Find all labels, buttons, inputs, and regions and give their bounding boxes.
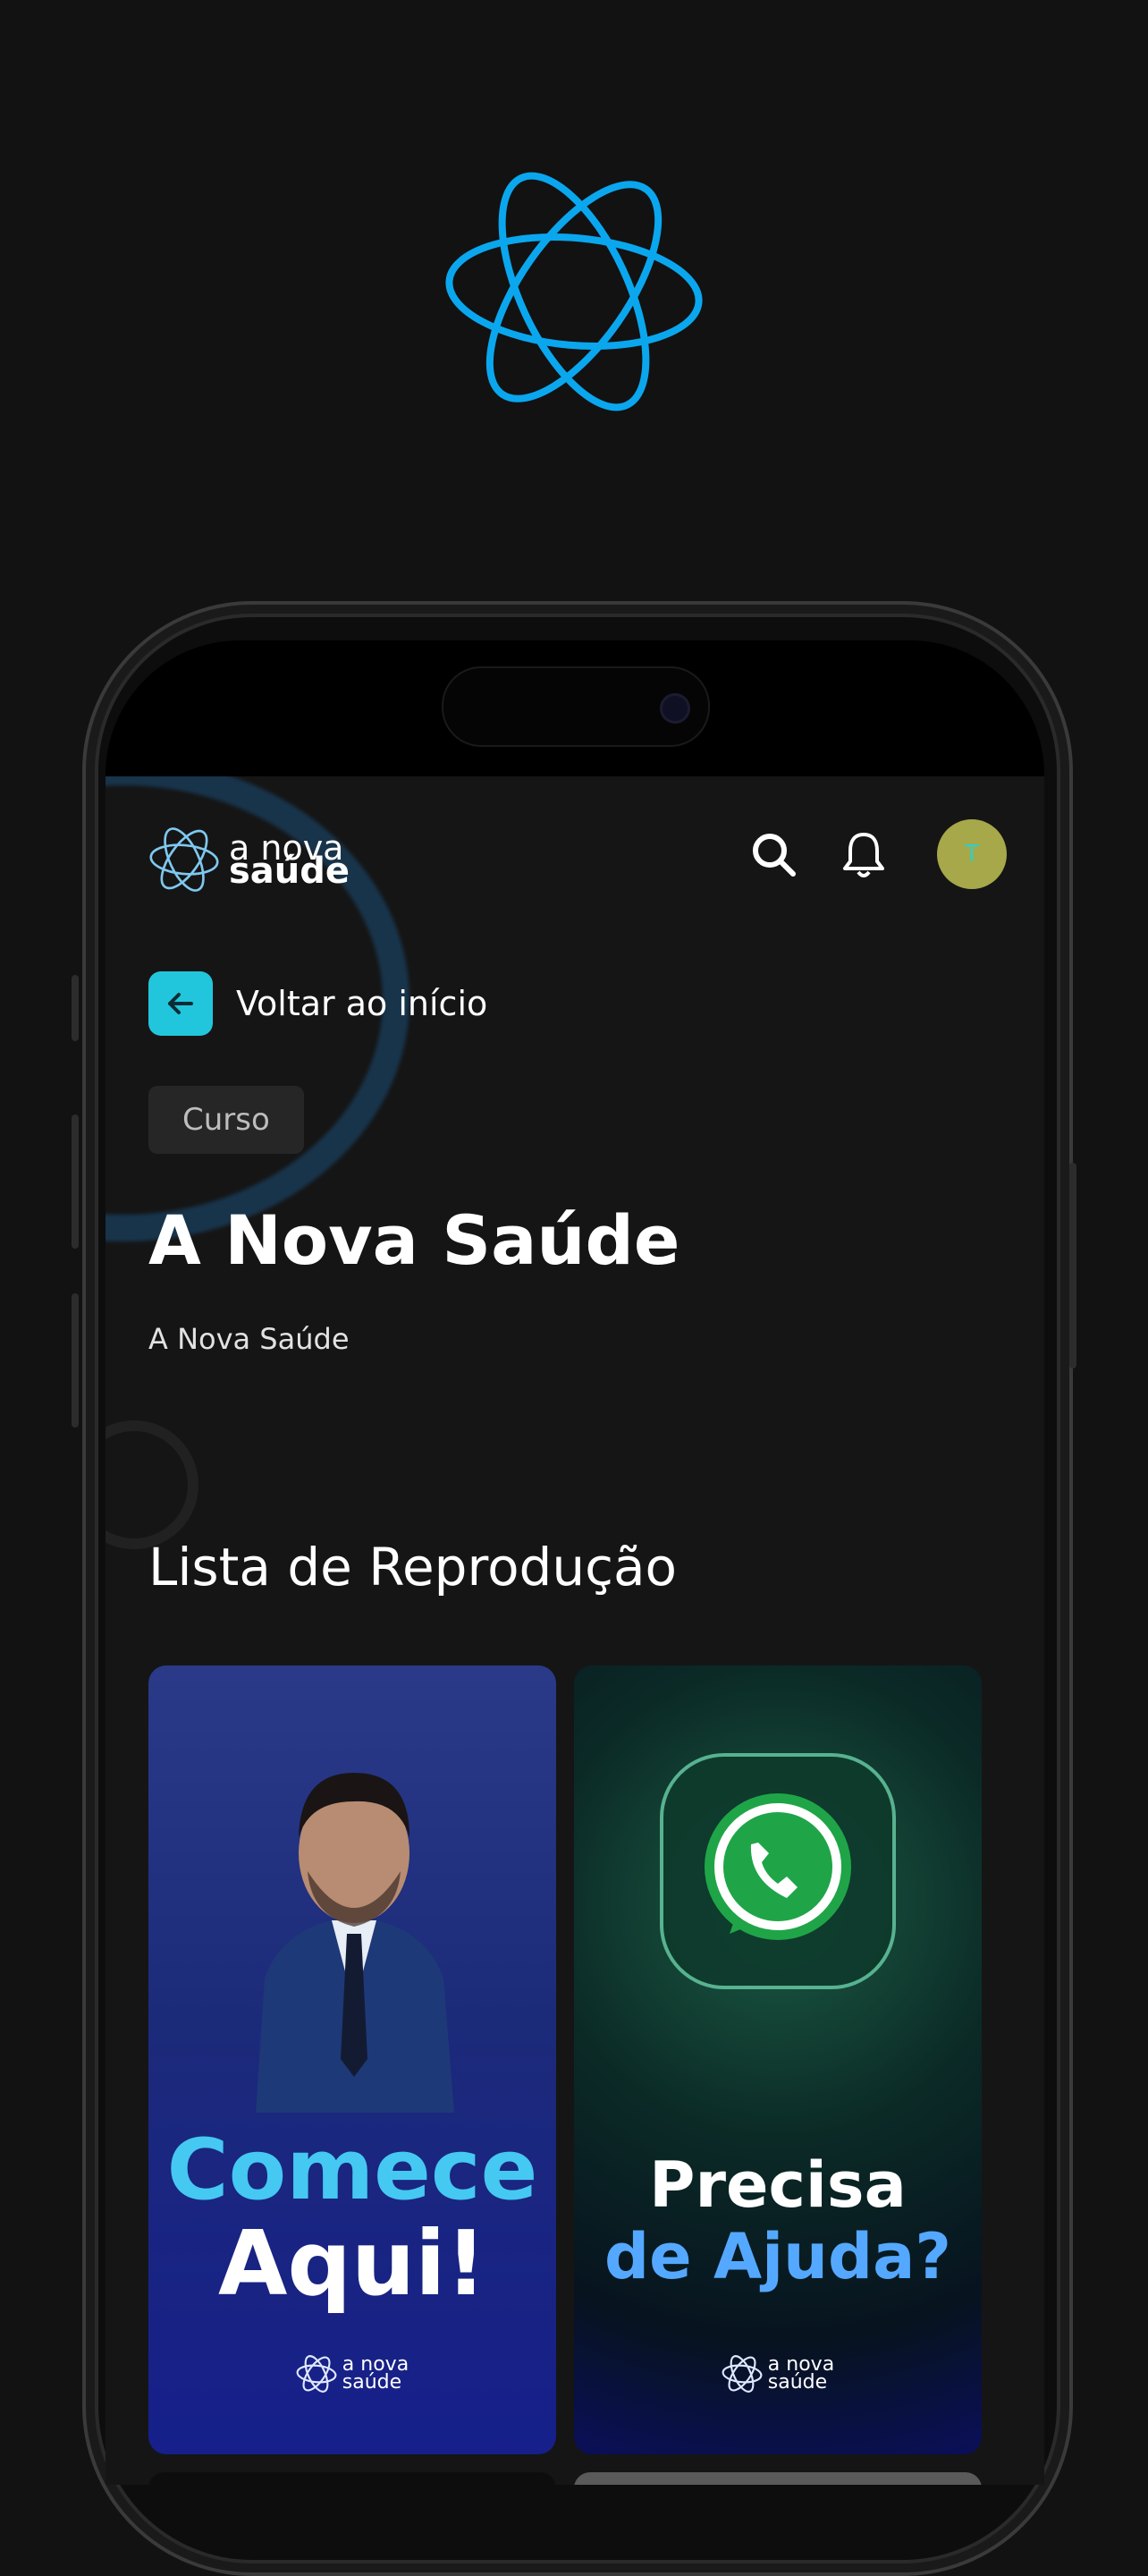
bell-icon [843, 833, 884, 877]
arrow-left-icon [168, 993, 193, 1014]
atom-logo-icon [296, 2355, 337, 2393]
side-button [72, 975, 79, 1041]
top-bar: a nova saúde T [148, 819, 1007, 892]
whatsapp-icon [660, 1753, 896, 1989]
camera-icon [660, 693, 690, 724]
playlist-card[interactable]: Comece Aqui! a nova saúde [148, 1665, 556, 2454]
card-title-line2: Aqui! [217, 2211, 487, 2316]
back-button[interactable] [148, 971, 213, 1036]
decorative-arc [106, 1420, 198, 1549]
atom-logo-icon [445, 172, 703, 411]
notifications-button[interactable] [839, 830, 889, 880]
playlist-card[interactable]: Precisa de Ajuda? a nova saúde [574, 1665, 982, 2454]
card-logo-line2: saúde [342, 2371, 402, 2394]
back-link[interactable]: Voltar ao início [148, 971, 487, 1036]
page-subtitle: A Nova Saúde [148, 1322, 350, 1356]
brand-logo[interactable]: a nova saúde [148, 819, 350, 900]
side-button [72, 1114, 79, 1249]
avatar-initial: T [965, 841, 979, 868]
dynamic-island [442, 666, 710, 747]
card-title-line2: de Ajuda? [604, 2220, 951, 2293]
atom-logo-icon [149, 827, 219, 892]
side-button [1069, 1163, 1076, 1368]
playlist-heading: Lista de Reprodução [148, 1537, 678, 1597]
atom-logo-icon [722, 2355, 763, 2393]
app-screen: a nova saúde T Voltar ao início Curso A … [106, 776, 1044, 2485]
playlist-card-peek[interactable] [574, 2472, 982, 2485]
card-title-line1: Comece [166, 2122, 538, 2219]
presenter-photo [256, 1773, 454, 2113]
back-label[interactable]: Voltar ao início [236, 984, 487, 1023]
card-brand-logo: a nova saúde [574, 2351, 982, 2397]
category-badge: Curso [148, 1086, 304, 1154]
card-logo-line2: saúde [767, 2371, 828, 2394]
page-title: A Nova Saúde [148, 1200, 680, 1280]
brand-line2: saúde [229, 851, 350, 892]
search-icon [753, 834, 796, 877]
search-button[interactable] [749, 830, 799, 880]
playlist-card-peek[interactable] [148, 2472, 556, 2485]
side-button [72, 1293, 79, 1428]
card-title-line1: Precisa [649, 2148, 907, 2222]
avatar[interactable]: T [937, 819, 1007, 889]
card-brand-logo: a nova saúde [148, 2351, 556, 2397]
